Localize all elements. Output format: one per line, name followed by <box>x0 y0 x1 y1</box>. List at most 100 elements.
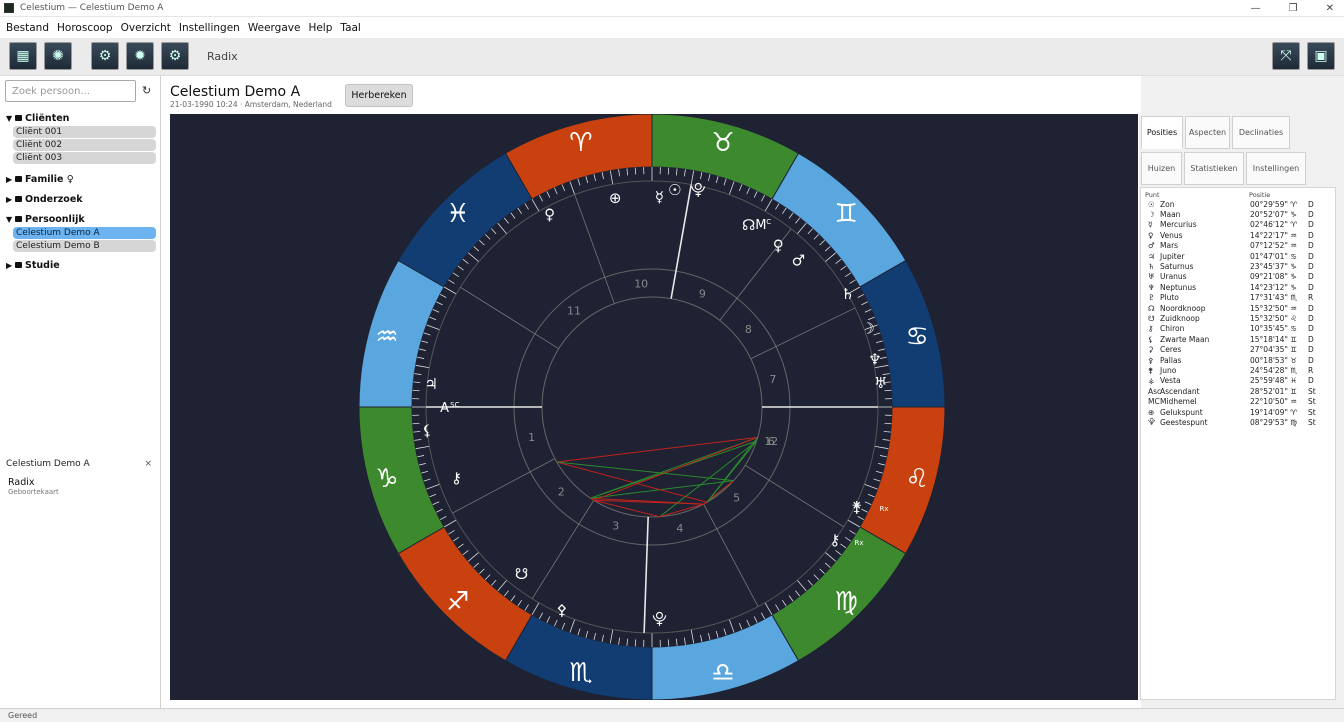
degree-tick <box>531 198 540 212</box>
degree-tick <box>415 364 430 369</box>
progress-icon[interactable]: ⚙ <box>161 42 189 70</box>
degree-tick <box>746 619 750 627</box>
group-persoonlijk[interactable]: ▼ Persoonlijk <box>6 212 158 226</box>
point-name: Zwarte Maan <box>1160 334 1210 344</box>
open-chart-type[interactable]: Radix <box>8 477 156 488</box>
recalculate-button[interactable]: Herbereken <box>345 84 413 107</box>
list-item-selected[interactable]: Celestium Demo A <box>13 227 156 239</box>
menu-taal[interactable]: Taal <box>340 22 360 34</box>
list-item[interactable]: Cliënt 002 <box>13 139 156 151</box>
degree-tick <box>414 439 422 441</box>
table-row[interactable]: ♇ Pluto 17°31'43" ♏ R <box>1141 293 1335 303</box>
table-row[interactable]: ♆ Neptunus 14°23'12" ♑ D <box>1141 282 1335 292</box>
table-row[interactable]: ⚵ Juno 24°54'28" ♏ R <box>1141 365 1335 375</box>
tab-aspecten[interactable]: Aspecten <box>1185 116 1230 149</box>
point-name: Vesta <box>1160 376 1181 386</box>
table-row[interactable]: ⚷ Chiron 10°35'45" ♋ D <box>1141 324 1335 334</box>
table-row[interactable]: ☽ Maan 20°52'07" ♑ D <box>1141 209 1335 219</box>
menu-weergave[interactable]: Weergave <box>248 22 301 34</box>
group-familie[interactable]: ▶ Familie ♀ <box>6 172 158 186</box>
degree-tick <box>561 622 566 630</box>
glyph-icon: ♅ <box>1148 272 1155 282</box>
point-motion: D <box>1308 313 1314 323</box>
table-row[interactable]: ⚶ Vesta 25°59'48" ♓ D <box>1141 376 1335 386</box>
tab-huizen[interactable]: Huizen <box>1141 152 1182 185</box>
menu-help[interactable]: Help <box>308 22 332 34</box>
tab-statistieken[interactable]: Statistieken <box>1184 152 1244 185</box>
wheel-icon[interactable]: ✺ <box>44 42 72 70</box>
list-item[interactable]: Cliënt 001 <box>13 126 156 138</box>
chart-area[interactable]: ♈ ♉ ♊ ♋ ♌ ♍ ♎ ♏ ♐ ♑ ♒ ♓ 1 2 3 4 5 6 7 8 9 10 11 12 A SC M C ☿ ☉ ⯓ ⊕ ♀ ☊ ♀ ♂… <box>170 113 1138 701</box>
table-row[interactable]: ⊕ Gelukspunt 19°14'09" ♈ St <box>1141 407 1335 417</box>
panel-icon[interactable]: ▣ <box>1307 42 1335 70</box>
planet-glyph: ☿ <box>655 188 664 206</box>
minimize-button[interactable]: — <box>1251 3 1261 14</box>
table-row[interactable]: Asc Ascendant 28°52'01" ♊ St <box>1141 386 1335 396</box>
menu-overzicht[interactable]: Overzicht <box>121 22 171 34</box>
tab-declinaties[interactable]: Declinaties <box>1232 116 1290 149</box>
planet-glyph: ⚸ <box>422 422 433 440</box>
tab-instellingen[interactable]: Instellingen <box>1246 152 1306 185</box>
table-row[interactable]: ☿ Mercurius 02°46'12" ♈ D <box>1141 220 1335 230</box>
degree-tick <box>824 246 831 252</box>
table-row[interactable]: ☉ Zon 00°29'59" ♈ D <box>1141 199 1335 209</box>
layout-icon[interactable]: ▦ <box>9 42 37 70</box>
close-button[interactable]: ✕ <box>1326 3 1334 14</box>
table-row[interactable]: ☋ Zuidknoop 15°32'50" ♌ D <box>1141 313 1335 323</box>
degree-tick <box>419 348 427 352</box>
degree-tick <box>415 445 430 450</box>
maximize-button[interactable]: ❐ <box>1289 3 1298 14</box>
list-item[interactable]: Cliënt 003 <box>13 152 156 164</box>
degree-tick <box>491 579 497 586</box>
menu-bar: Bestand Horoscoop Overzicht Instellingen… <box>0 17 1344 38</box>
group-clienten[interactable]: ▼ Cliënten <box>6 111 158 125</box>
glyph-icon: ☽ <box>1148 210 1155 220</box>
refresh-icon[interactable]: ↻ <box>142 84 151 97</box>
degree-tick <box>867 493 875 498</box>
table-row[interactable]: ♃ Jupiter 01°47'01" ♋ D <box>1141 251 1335 261</box>
degree-tick <box>618 637 620 645</box>
point-motion: D <box>1308 251 1314 261</box>
degree-tick <box>861 301 868 306</box>
point-motion: D <box>1308 272 1314 282</box>
search-input[interactable] <box>5 80 136 102</box>
table-row[interactable]: ⚴ Pallas 00°18'53" ♉ D <box>1141 355 1335 365</box>
point-name: Pallas <box>1160 355 1182 365</box>
tab-posities[interactable]: Posities <box>1141 116 1183 149</box>
group-onderzoek[interactable]: ▶ Onderzoek <box>6 192 158 206</box>
compare-icon[interactable]: ⤧ <box>1272 42 1300 70</box>
gear-chart-icon[interactable]: ⚙ <box>91 42 119 70</box>
point-motion: D <box>1308 376 1314 386</box>
degree-tick <box>419 462 427 466</box>
table-row[interactable]: ☊ Noordknoop 15°32'50" ♒ D <box>1141 303 1335 313</box>
degree-tick <box>414 373 422 375</box>
degree-tick <box>457 543 464 549</box>
point-name: Gelukspunt <box>1160 407 1203 417</box>
group-studie[interactable]: ▶ Studie <box>6 258 158 272</box>
table-row[interactable]: ⚸ Zwarte Maan 15°18'14" ♊ D <box>1141 334 1335 344</box>
degree-tick <box>531 602 540 616</box>
menu-instellingen[interactable]: Instellingen <box>179 22 240 34</box>
house-number: 2 <box>558 486 565 499</box>
menu-horoscoop[interactable]: Horoscoop <box>57 22 113 34</box>
table-row[interactable]: ♄ Saturnus 23°45'37" ♑ D <box>1141 261 1335 271</box>
table-row[interactable]: ♂ Mars 07°12'52" ♒ D <box>1141 241 1335 251</box>
degree-tick <box>577 178 581 186</box>
table-row[interactable]: ⯓ Geestespunt 08°29'53" ♍ St <box>1141 417 1335 427</box>
close-chart-icon[interactable]: × <box>144 459 152 469</box>
birth-data: 21-03-1990 10:24 · Amsterdam, Nederland <box>170 100 332 109</box>
point-name: Ascendant <box>1160 386 1200 396</box>
degree-tick <box>429 493 437 498</box>
list-item[interactable]: Celestium Demo B <box>13 240 156 252</box>
table-row[interactable]: ♀ Venus 14°22'17" ♒ D <box>1141 230 1335 240</box>
table-row[interactable]: MC Midhemel 22°10'50" ♒ St <box>1141 396 1335 406</box>
right-panel: Posities Aspecten Declinaties Huizen Sta… <box>1139 114 1337 700</box>
degree-tick <box>873 478 881 482</box>
glyph-icon: ⚶ <box>1148 376 1155 386</box>
table-row[interactable]: ⚳ Ceres 27°04'35" ♊ D <box>1141 344 1335 354</box>
menu-bestand[interactable]: Bestand <box>6 22 49 34</box>
table-row[interactable]: ♅ Uranus 09°21'08" ♑ D <box>1141 272 1335 282</box>
degree-tick <box>593 174 597 182</box>
transit-icon[interactable]: ✹ <box>126 42 154 70</box>
radix-wheel[interactable]: ♈ ♉♊♋♌♍♎♏♐♑♒♓123 456789101112A SCM C☿ ☉ ⯓⊕♀☊♀♂… <box>170 113 1138 701</box>
